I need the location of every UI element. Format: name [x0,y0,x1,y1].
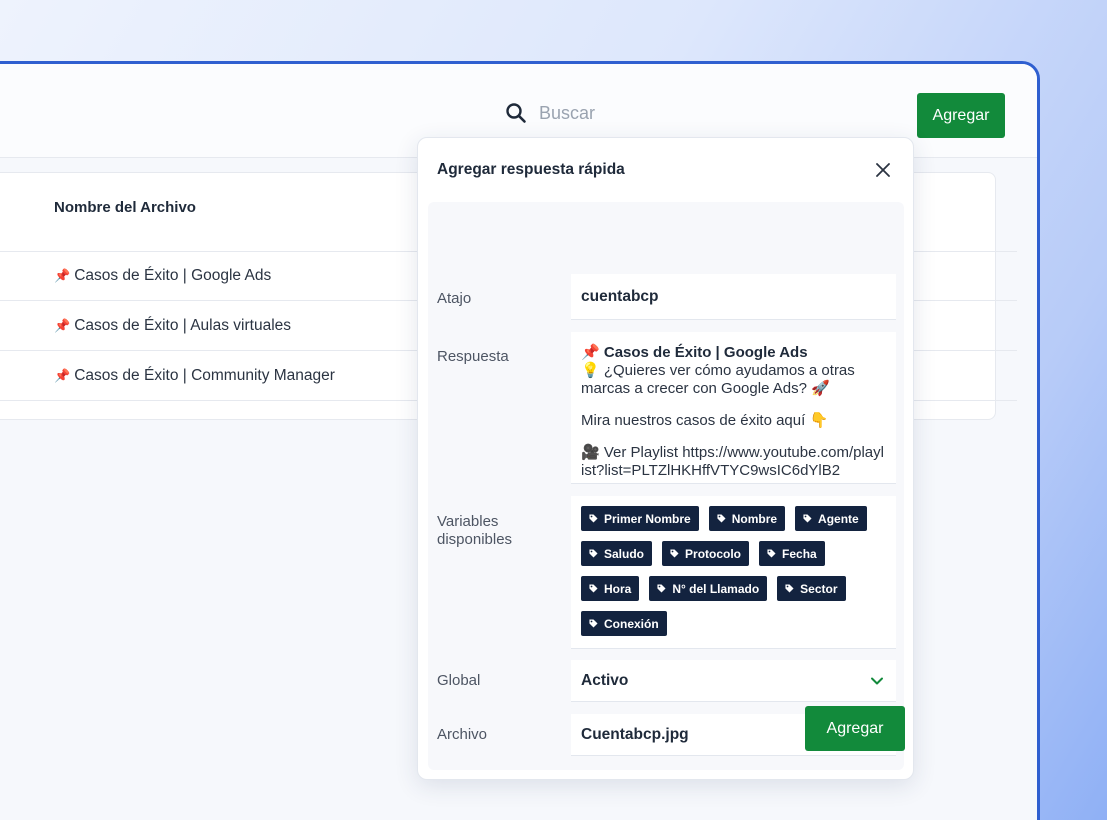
variable-chip[interactable]: Protocolo [662,541,750,566]
tag-icon [589,619,598,628]
search-box [505,102,739,124]
variable-chip-label: Protocolo [685,546,742,561]
variable-chip-label: Saludo [604,546,645,561]
submit-add-button[interactable]: Agregar [805,706,905,751]
variable-chip[interactable]: Conexión [581,611,667,636]
variable-chip[interactable]: Hora [581,576,640,601]
variable-chip-label: Nombre [731,511,778,526]
variable-chip-label: Sector [800,581,838,596]
response-label: Respuesta [437,348,509,365]
row-label: Casos de Éxito | Aulas virtuales [74,316,292,334]
row-label: Casos de Éxito | Community Manager [74,366,335,384]
variable-chip-label: Fecha [782,546,817,561]
variable-chip-label: Hora [604,581,632,596]
variables-label: Variables disponibles [437,513,513,548]
tag-icon [717,514,726,523]
global-label: Global [437,672,481,689]
variable-chip[interactable]: Agente [795,506,867,531]
variable-chip-label: Conexión [604,616,659,631]
variable-chip[interactable]: Fecha [759,541,825,566]
shortcut-field[interactable]: cuentabcp [571,274,896,320]
tag-icon [589,584,598,593]
variable-chip-label: N° del Llamado [672,581,760,596]
shortcut-label: Atajo [437,290,472,307]
pin-icon: 📌 [54,367,71,383]
add-button[interactable]: Agregar [917,93,1005,138]
row-label: Casos de Éxito | Google Ads [74,267,272,284]
response-textarea[interactable]: 📌 Casos de Éxito | Google Ads 💡 ¿Quieres… [571,332,896,484]
shortcut-value: cuentabcp [581,287,659,305]
response-line-3: 🎥 Ver Playlist https://www.youtube.com/p… [581,444,884,479]
modal-title: Agregar respuesta rápida [437,161,625,178]
chevron-down-icon [871,677,883,684]
variable-chip[interactable]: N° del Llamado [649,576,768,601]
tag-icon [670,549,679,558]
close-button[interactable] [873,160,893,180]
file-label: Archivo [437,726,488,743]
variable-chip-label: Primer Nombre [604,511,691,526]
quick-reply-modal: Agregar respuesta rápida Atajo cuentabcp… [417,137,914,780]
pin-icon: 📌 [581,344,600,361]
tag-icon [767,549,776,558]
pin-icon: 📌 [54,317,71,333]
tag-icon [589,549,598,558]
column-header-file-name: Nombre del Archivo [54,199,196,216]
response-line-1: 💡 ¿Quieres ver cómo ayudamos a otras mar… [581,362,855,397]
modal-form: Atajo cuentabcp Respuesta 📌 Casos de Éxi… [428,202,904,770]
global-select[interactable]: Activo [571,660,896,702]
close-icon [876,163,890,177]
response-title: Casos de Éxito | Google Ads [603,344,808,361]
tag-icon [803,514,812,523]
variables-panel: Primer Nombre Nombre Agente Saludo Protocolo… [571,496,896,649]
variable-chip-label: Agente [818,511,859,526]
global-value: Activo [581,671,629,689]
variable-chip[interactable]: Primer Nombre [581,506,699,531]
file-value: Cuentabcp.jpg [581,725,689,743]
variable-chip[interactable]: Nombre [708,506,786,531]
response-title-line: 📌 Casos de Éxito | Google Ads [581,344,886,362]
tag-icon [657,584,666,593]
search-input[interactable] [539,102,739,124]
variables-list: Primer Nombre Nombre Agente Saludo Protocolo… [571,496,896,646]
variable-chip[interactable]: Saludo [581,541,653,566]
pin-icon: 📌 [54,268,71,283]
variable-chip[interactable]: Sector [777,576,846,601]
tag-icon [785,584,794,593]
search-icon[interactable] [505,102,527,124]
response-line-2: Mira nuestros casos de éxito aquí 👇 [581,412,829,429]
tag-icon [589,514,598,523]
